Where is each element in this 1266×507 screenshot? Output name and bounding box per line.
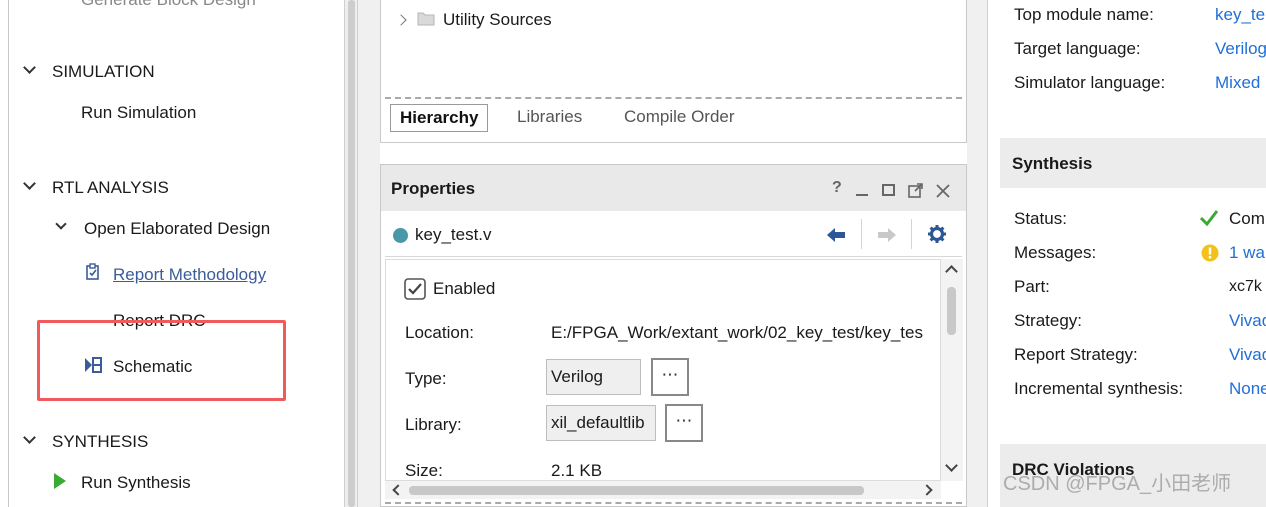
toolbar-separator bbox=[861, 219, 862, 249]
folder-icon bbox=[417, 12, 435, 26]
simulator-language-label: Simulator language: bbox=[1014, 73, 1166, 92]
highlight-annotation bbox=[37, 320, 286, 401]
strategy-link[interactable]: Vivad bbox=[1229, 311, 1266, 331]
panel-divider[interactable] bbox=[967, 0, 987, 507]
horizontal-scrollbar[interactable] bbox=[385, 481, 941, 499]
chevron-down-icon[interactable] bbox=[23, 431, 36, 444]
sources-panel: Utility Sources Hierarchy Libraries Comp… bbox=[380, 0, 967, 143]
top-module-link[interactable]: key_te bbox=[1215, 5, 1265, 25]
incremental-synthesis-label: Incremental synthesis: bbox=[1014, 379, 1184, 398]
open-elaborated-design-item[interactable]: Open Elaborated Design bbox=[84, 219, 270, 239]
chevron-down-icon[interactable] bbox=[23, 61, 36, 74]
tab-hierarchy[interactable]: Hierarchy bbox=[390, 104, 489, 132]
gear-icon[interactable] bbox=[928, 225, 946, 243]
enabled-checkbox[interactable] bbox=[404, 278, 426, 300]
vertical-scrollbar[interactable] bbox=[941, 259, 963, 481]
float-icon[interactable] bbox=[908, 183, 923, 198]
watermark: CSDN @FPGA_小田老师 bbox=[1003, 473, 1232, 495]
type-value: Verilog bbox=[546, 359, 641, 395]
incremental-synthesis-link[interactable]: None bbox=[1229, 379, 1266, 399]
target-language-link[interactable]: Verilog bbox=[1215, 39, 1266, 59]
size-value: 2.1 KB bbox=[551, 461, 603, 480]
location-value: E:/FPGA_Work/extant_work/02_key_test/key… bbox=[551, 323, 923, 342]
project-summary: Top module name: key_te Target language:… bbox=[987, 0, 1266, 507]
scroll-right-icon[interactable] bbox=[921, 484, 933, 496]
nav-border bbox=[8, 0, 9, 507]
library-more-button[interactable]: ⋯ bbox=[665, 404, 703, 442]
messages-link[interactable]: 1 wa bbox=[1229, 243, 1265, 263]
part-label: Part: bbox=[1014, 277, 1050, 296]
tab-libraries[interactable]: Libraries bbox=[508, 104, 591, 132]
messages-label: Messages: bbox=[1014, 243, 1097, 262]
back-arrow-icon[interactable] bbox=[826, 227, 846, 243]
panel-divider[interactable] bbox=[358, 0, 380, 507]
synthesis-section-title: Synthesis bbox=[1012, 154, 1093, 173]
play-icon[interactable] bbox=[53, 472, 67, 490]
enabled-label: Enabled bbox=[433, 279, 496, 298]
scroll-down-icon[interactable] bbox=[945, 459, 958, 472]
chevron-down-icon[interactable] bbox=[23, 177, 36, 190]
chevron-down-icon[interactable] bbox=[55, 218, 67, 230]
properties-panel: Properties ? key_test.v Enabled Location… bbox=[380, 164, 967, 507]
properties-header: Properties ? bbox=[381, 165, 966, 211]
clipboard-icon bbox=[86, 263, 99, 280]
chevron-right-icon[interactable] bbox=[395, 14, 407, 26]
minimize-icon[interactable] bbox=[856, 194, 868, 196]
part-value: xc7k bbox=[1229, 278, 1262, 295]
flow-navigator: Generate Block Design SIMULATION Run Sim… bbox=[0, 0, 344, 507]
properties-title: Properties bbox=[391, 179, 476, 198]
strategy-label: Strategy: bbox=[1014, 311, 1083, 330]
utility-sources-node[interactable]: Utility Sources bbox=[443, 10, 552, 30]
properties-toolbar: key_test.v bbox=[385, 213, 962, 257]
generate-block-design-item[interactable]: Generate Block Design bbox=[81, 0, 256, 10]
properties-body: Enabled Location: E:/FPGA_Work/extant_wo… bbox=[385, 259, 941, 481]
type-label: Type: bbox=[405, 369, 447, 388]
scroll-thumb[interactable] bbox=[947, 287, 956, 335]
run-simulation-item[interactable]: Run Simulation bbox=[81, 103, 196, 123]
status-label: Status: bbox=[1014, 209, 1067, 228]
size-label: Size: bbox=[405, 461, 443, 480]
warning-icon bbox=[1201, 244, 1219, 262]
run-synthesis-item[interactable]: Run Synthesis bbox=[81, 473, 191, 493]
panel-divider bbox=[385, 502, 962, 504]
nav-scrollbar[interactable] bbox=[344, 0, 358, 507]
report-strategy-label: Report Strategy: bbox=[1014, 345, 1138, 364]
scroll-up-icon[interactable] bbox=[945, 265, 958, 278]
maximize-icon[interactable] bbox=[882, 184, 895, 196]
library-value: xil_defaultlib bbox=[546, 405, 656, 441]
section-synthesis[interactable]: SYNTHESIS bbox=[52, 432, 148, 452]
help-icon[interactable]: ? bbox=[832, 179, 842, 197]
scroll-thumb[interactable] bbox=[348, 0, 355, 507]
scroll-thumb[interactable] bbox=[409, 486, 864, 495]
forward-arrow-icon[interactable] bbox=[877, 227, 897, 243]
synthesis-section-header: Synthesis bbox=[1000, 138, 1266, 188]
close-icon[interactable] bbox=[936, 184, 950, 198]
section-simulation[interactable]: SIMULATION bbox=[52, 62, 155, 82]
report-strategy-link[interactable]: Vivad bbox=[1229, 345, 1266, 365]
type-more-button[interactable]: ⋯ bbox=[651, 358, 689, 396]
library-label: Library: bbox=[405, 415, 462, 434]
tab-compile-order[interactable]: Compile Order bbox=[615, 104, 744, 132]
file-dot-icon bbox=[393, 228, 408, 243]
report-methodology-link[interactable]: Report Methodology bbox=[113, 265, 266, 285]
status-value: Com bbox=[1229, 209, 1265, 228]
scroll-left-icon[interactable] bbox=[392, 484, 404, 496]
target-language-label: Target language: bbox=[1014, 39, 1141, 58]
simulator-language-link[interactable]: Mixed bbox=[1215, 73, 1260, 93]
panel-divider bbox=[385, 97, 962, 99]
toolbar-separator bbox=[911, 219, 912, 249]
top-module-label: Top module name: bbox=[1014, 5, 1154, 24]
properties-file-name: key_test.v bbox=[415, 225, 492, 244]
section-rtl-analysis[interactable]: RTL ANALYSIS bbox=[52, 178, 169, 198]
check-icon bbox=[1200, 210, 1218, 226]
location-label: Location: bbox=[405, 323, 474, 342]
